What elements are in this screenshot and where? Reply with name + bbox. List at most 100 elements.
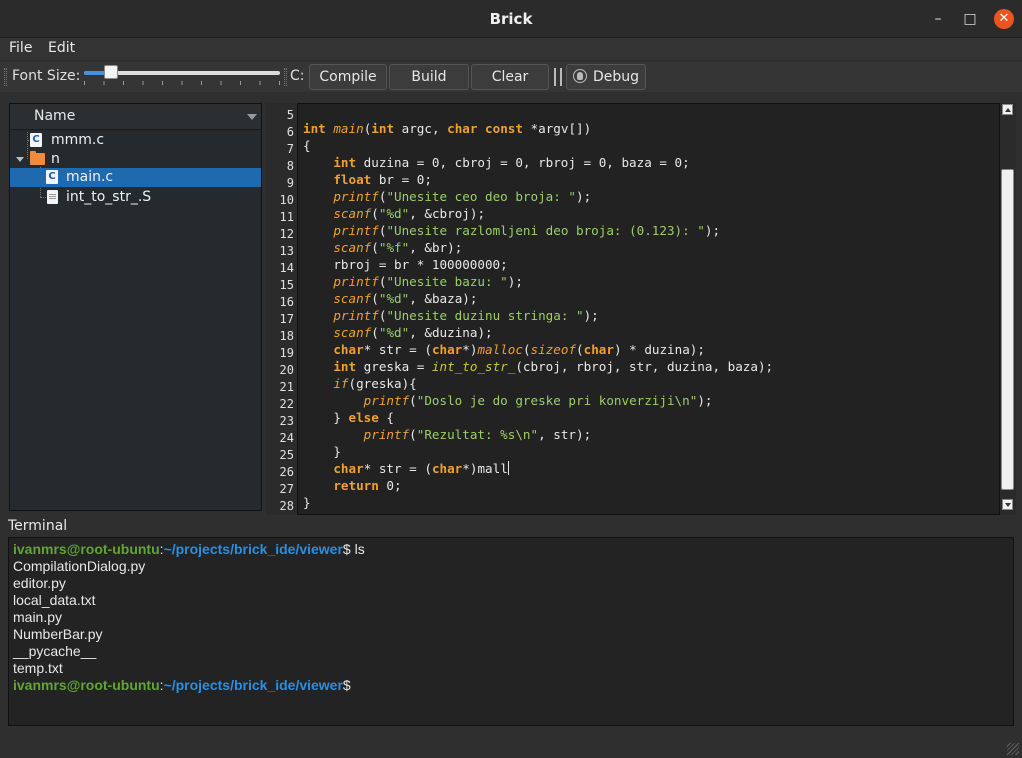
line-number: 27 <box>279 482 294 496</box>
debug-label: Debug <box>592 69 640 85</box>
toolbar-grip[interactable] <box>284 68 287 86</box>
c-file-icon: C <box>46 170 58 184</box>
terminal-path: ~/projects/brick_ide/viewer <box>163 541 343 557</box>
line-number: 17 <box>279 312 294 326</box>
code-line: printf("Unesite duzinu stringa: "); <box>333 308 599 323</box>
tree-item-label: n <box>51 151 60 167</box>
tree-item-main-c[interactable]: C main.c <box>10 168 261 187</box>
editor-vertical-scrollbar[interactable] <box>1000 103 1016 515</box>
font-size-slider-handle[interactable] <box>104 65 119 79</box>
terminal-user: ivanmrs@root-ubuntu <box>13 677 160 693</box>
line-number: 5 <box>286 108 294 122</box>
line-number: 7 <box>286 142 294 156</box>
line-number: 11 <box>279 210 294 224</box>
code-line: scanf("%d", &duzina); <box>333 325 493 340</box>
window-title: Brick <box>489 10 533 28</box>
code-editor: 5 6 7 8 9 10 11 12 13 14 15 16 17 18 19 20 21 22 23 24 25 26 2… <box>266 103 1016 515</box>
terminal-user: ivanmrs@root-ubuntu <box>13 541 160 557</box>
code-line: return 0; <box>333 478 402 493</box>
line-number: 12 <box>279 227 294 241</box>
toolbar: Font Size: C: Compile Build Clear Debug <box>0 62 1022 92</box>
tree-header-name: Name <box>34 108 76 124</box>
line-number-gutter: 5 6 7 8 9 10 11 12 13 14 15 16 17 18 19 20 21 22 23 24 25 26 2… <box>266 103 297 515</box>
code-line: { <box>303 138 311 153</box>
line-number: 25 <box>279 448 294 462</box>
line-number: 9 <box>286 176 294 190</box>
menu-edit[interactable]: Edit <box>48 40 75 56</box>
terminal-prompt-line: ivanmrs@root-ubuntu:~/projects/brick_ide… <box>13 677 351 693</box>
text-file-icon <box>47 190 58 204</box>
code-line: float br = 0; <box>333 172 432 187</box>
terminal-label: Terminal <box>8 518 68 534</box>
code-line: scanf("%d", &baza); <box>333 291 478 306</box>
code-text-area[interactable]: int main(int argc, char const *argv[]) {… <box>297 103 1000 515</box>
code-line: rbroj = br * 100000000; <box>303 257 508 272</box>
line-number: 8 <box>286 159 294 173</box>
terminal-output-line: editor.py <box>13 575 66 591</box>
terminal-output-line: CompilationDialog.py <box>13 558 146 574</box>
terminal-panel[interactable]: ivanmrs@root-ubuntu:~/projects/brick_ide… <box>8 537 1014 726</box>
tree-item-folder-n[interactable]: n <box>10 150 261 169</box>
line-number: 21 <box>279 380 294 394</box>
close-button[interactable]: ✕ <box>994 9 1014 29</box>
scroll-up-icon[interactable] <box>1002 104 1013 115</box>
c-label: C: <box>290 68 305 84</box>
code-line: } <box>303 444 341 459</box>
compile-button[interactable]: Compile <box>309 64 387 90</box>
terminal-output-line: NumberBar.py <box>13 626 103 642</box>
line-number: 14 <box>279 261 294 275</box>
terminal-output-line: main.py <box>13 609 63 625</box>
terminal-output-line: local_data.txt <box>13 592 96 608</box>
tree-item-label: main.c <box>66 169 114 185</box>
code-line: int main(int argc, char const *argv[]) <box>303 121 592 136</box>
tree-item-mmm-c[interactable]: C mmm.c <box>10 131 261 150</box>
code-line: } <box>303 495 311 510</box>
code-line: scanf("%d", &cbroj); <box>333 206 486 221</box>
debug-button[interactable]: Debug <box>566 64 646 90</box>
terminal-path: ~/projects/brick_ide/viewer <box>163 677 343 693</box>
line-number: 16 <box>279 295 294 309</box>
folder-icon <box>30 151 45 165</box>
code-line: int greska = int_to_str_(cbroj, rbroj, s… <box>333 359 774 374</box>
line-number: 28 <box>279 499 294 513</box>
clear-button[interactable]: Clear <box>471 64 549 90</box>
line-number: 10 <box>279 193 294 207</box>
terminal-command: $ ls <box>342 541 365 557</box>
terminal-prompt-end: $ <box>342 677 351 693</box>
build-button[interactable]: Build <box>389 64 469 90</box>
scroll-down-icon[interactable] <box>1002 499 1013 510</box>
tree-header[interactable]: Name <box>10 104 261 130</box>
tree-item-label: mmm.c <box>51 132 105 148</box>
sort-indicator-icon <box>247 114 257 120</box>
code-line: char* str = (char*)malloc(sizeof(char) *… <box>333 342 705 357</box>
toolbar-separator <box>554 68 556 86</box>
terminal-prompt-line: ivanmrs@root-ubuntu:~/projects/brick_ide… <box>13 541 365 557</box>
terminal-output-line: temp.txt <box>13 660 63 676</box>
tree-item-label: int_to_str_.S <box>66 189 152 205</box>
code-line: if(greska){ <box>333 376 417 391</box>
line-number: 24 <box>279 431 294 445</box>
toolbar-grip[interactable] <box>4 68 7 86</box>
scrollbar-thumb[interactable] <box>1001 168 1014 491</box>
maximize-button[interactable]: □ <box>960 9 980 29</box>
code-line: printf("Unesite ceo deo broja: "); <box>333 189 592 204</box>
code-line: scanf("%f", &br); <box>333 240 463 255</box>
line-number: 19 <box>279 346 294 360</box>
window-resize-grip[interactable] <box>1007 743 1019 755</box>
code-line: char* str = (char*)mall <box>333 461 509 476</box>
minimize-button[interactable]: – <box>928 9 948 29</box>
line-number: 20 <box>279 363 294 377</box>
code-line: int duzina = 0, cbroj = 0, rbroj = 0, ba… <box>333 155 690 170</box>
expand-arrow-icon[interactable] <box>16 157 24 162</box>
line-number: 13 <box>279 244 294 258</box>
toolbar-separator <box>560 68 562 86</box>
c-file-icon: C <box>30 133 42 147</box>
line-number: 6 <box>286 125 294 139</box>
line-number: 22 <box>279 397 294 411</box>
code-line: printf("Rezultat: %s\n", str); <box>363 427 592 442</box>
code-line: } else { <box>303 410 395 425</box>
terminal-output-line: __pycache__ <box>13 643 97 659</box>
line-number: 15 <box>279 278 294 292</box>
menu-file[interactable]: File <box>9 40 32 56</box>
tree-item-int-to-str-s[interactable]: int_to_str_.S <box>10 188 261 207</box>
